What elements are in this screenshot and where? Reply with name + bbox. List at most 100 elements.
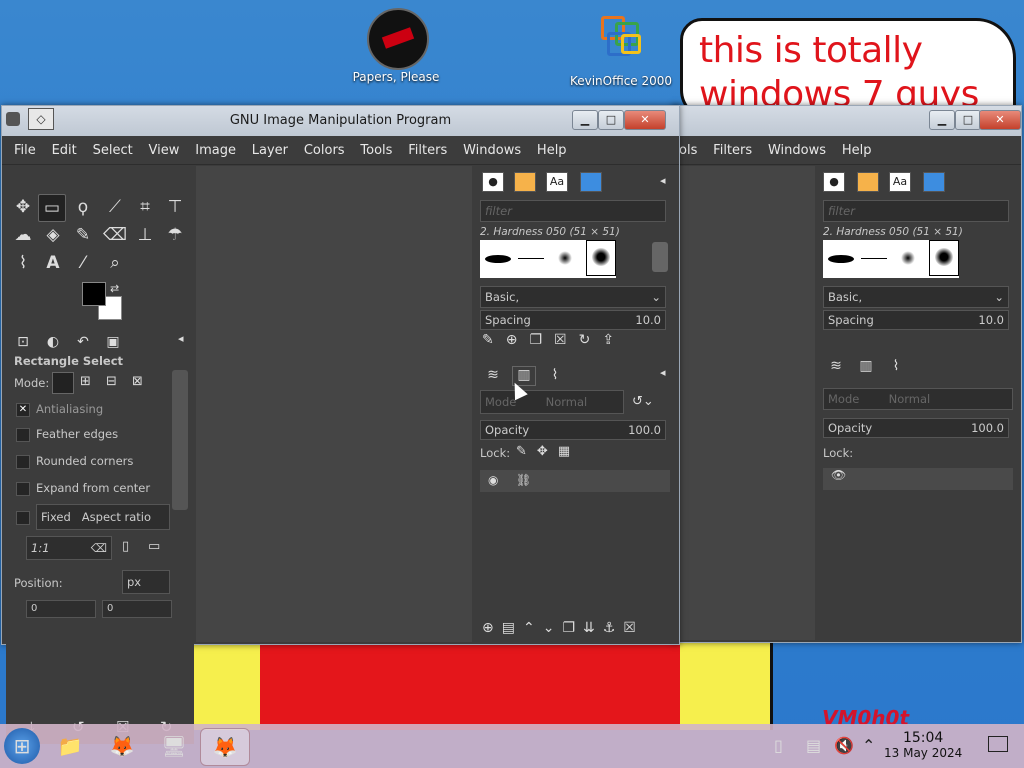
foreground-color-swatch[interactable] bbox=[82, 282, 106, 306]
close-button[interactable]: ✕ bbox=[624, 110, 666, 130]
menu-tools[interactable]: Tools bbox=[354, 136, 398, 158]
patterns-tab[interactable] bbox=[514, 172, 536, 192]
portrait-icon[interactable]: ▯ bbox=[122, 539, 129, 554]
brush-preview[interactable] bbox=[901, 251, 915, 265]
gimp-taskbar-icon[interactable]: 🦊 bbox=[200, 728, 250, 766]
brush-selected[interactable] bbox=[586, 240, 616, 276]
unit-select[interactable]: px bbox=[122, 570, 170, 594]
eraser-tool-icon[interactable]: ⌫ bbox=[102, 222, 128, 248]
device-status-tab-icon[interactable]: ◐ bbox=[42, 334, 64, 352]
minimize-button[interactable]: ▁ bbox=[929, 110, 955, 130]
images-tab-icon[interactable]: ▣ bbox=[102, 334, 124, 352]
options-scrollbar[interactable] bbox=[172, 370, 188, 510]
file-explorer-icon[interactable]: 📁 bbox=[52, 728, 88, 764]
new-group-icon[interactable]: ▤ bbox=[502, 620, 523, 636]
menu-filters[interactable]: Filters bbox=[402, 136, 453, 158]
spacing-slider[interactable]: Spacing 10.0 bbox=[823, 310, 1009, 330]
chain-icon[interactable]: ⛓ bbox=[516, 473, 531, 487]
menu-windows[interactable]: Windows bbox=[457, 136, 527, 158]
mode-subtract-icon[interactable]: ⊟ bbox=[106, 374, 117, 389]
layer-row[interactable]: 👁 bbox=[823, 468, 1013, 490]
menu-file[interactable]: File bbox=[8, 136, 42, 158]
lasso-tool-icon[interactable]: ϙ bbox=[70, 194, 96, 220]
layer-row[interactable]: ◉ ⛓ bbox=[480, 470, 670, 492]
spacing-slider[interactable]: Spacing 10.0 bbox=[480, 310, 666, 330]
brush-grid[interactable] bbox=[823, 240, 959, 278]
brush-preset-select[interactable]: Basic, ⌄ bbox=[480, 286, 666, 308]
reset-mode-icon[interactable]: ↺⌄ bbox=[632, 394, 654, 409]
brush-preview[interactable] bbox=[558, 251, 572, 265]
bucket-fill-tool-icon[interactable]: ◈ bbox=[40, 222, 66, 248]
menu-help[interactable]: Help bbox=[836, 136, 878, 158]
refresh-brushes-icon[interactable]: ↻ bbox=[579, 332, 603, 348]
maximize-button[interactable]: □ bbox=[955, 110, 981, 130]
feather-checkbox[interactable] bbox=[16, 428, 30, 442]
eye-icon[interactable]: ◉ bbox=[488, 473, 498, 487]
tab-menu-icon[interactable]: ◂ bbox=[660, 174, 666, 187]
zoom-tool-icon[interactable]: ⌕ bbox=[102, 250, 128, 276]
menu-filters[interactable]: Filters bbox=[707, 136, 758, 158]
menu-help[interactable]: Help bbox=[531, 136, 573, 158]
mute-icon[interactable]: 🔇 bbox=[834, 736, 854, 755]
images-tab[interactable] bbox=[923, 172, 945, 192]
patterns-tab[interactable] bbox=[857, 172, 879, 192]
warp-tool-icon[interactable]: ☁ bbox=[10, 222, 36, 248]
opacity-slider[interactable]: Opacity 100.0 bbox=[480, 420, 666, 440]
menu-view[interactable]: View bbox=[143, 136, 186, 158]
rounded-checkbox[interactable] bbox=[16, 455, 30, 469]
brush-filter-input[interactable]: filter bbox=[823, 200, 1009, 222]
text-tool-icon[interactable]: A bbox=[40, 250, 66, 276]
lower-layer-icon[interactable]: ⌄ bbox=[543, 620, 563, 636]
delete-layer-icon[interactable]: ☒ bbox=[623, 620, 644, 636]
fixed-aspect-select[interactable]: Fixed Aspect ratio bbox=[36, 504, 170, 530]
brush-grid[interactable] bbox=[480, 240, 616, 278]
antialiasing-checkbox[interactable]: ✕ bbox=[16, 403, 30, 417]
brush-preview[interactable] bbox=[828, 255, 854, 263]
duplicate-brush-icon[interactable]: ❐ bbox=[529, 332, 554, 348]
close-button[interactable]: ✕ bbox=[979, 110, 1021, 130]
brush-scrollbar[interactable] bbox=[652, 242, 668, 272]
eye-icon[interactable]: 👁 bbox=[823, 468, 846, 482]
color-picker-tool-icon[interactable]: ⁄ bbox=[70, 250, 96, 276]
raise-layer-icon[interactable]: ⌃ bbox=[523, 620, 543, 636]
brushes-tab[interactable]: ● bbox=[482, 172, 504, 192]
channels-icon[interactable]: ▥ bbox=[855, 358, 877, 376]
paths-icon[interactable]: ⌇ bbox=[544, 367, 566, 385]
start-button-icon[interactable]: ⊞ bbox=[4, 728, 40, 764]
new-layer-icon[interactable]: ⊕ bbox=[482, 620, 502, 636]
position-y-input[interactable]: 0 bbox=[102, 600, 172, 618]
clock[interactable]: 15:04 13 May 2024 bbox=[884, 730, 962, 760]
lock-pixels-icon[interactable]: ✎ bbox=[516, 444, 537, 459]
edit-brush-icon[interactable]: ✎ bbox=[482, 332, 506, 348]
smudge-tool-icon[interactable]: ☂ bbox=[162, 222, 188, 248]
show-hidden-icons[interactable]: ⌃ bbox=[862, 736, 875, 755]
minimize-button[interactable]: ▁ bbox=[572, 110, 598, 130]
fonts-tab[interactable]: Aa bbox=[889, 172, 911, 192]
brush-filter-input[interactable]: filter bbox=[480, 200, 666, 222]
anchor-layer-icon[interactable]: ⚓ bbox=[603, 620, 624, 636]
brush-selected[interactable] bbox=[929, 240, 959, 276]
expand-checkbox[interactable] bbox=[16, 482, 30, 496]
lock-position-icon[interactable]: ✥ bbox=[537, 444, 558, 459]
transform-tool-icon[interactable]: ⊤ bbox=[162, 194, 188, 220]
flash-drive-icon[interactable]: ▯ bbox=[774, 736, 783, 755]
maximize-button[interactable]: □ bbox=[598, 110, 624, 130]
crop-tool-icon[interactable]: ⌗ bbox=[132, 194, 158, 220]
duplicate-layer-icon[interactable]: ❐ bbox=[562, 620, 583, 636]
tool-options-tab-icon[interactable]: ⊡ bbox=[12, 334, 34, 352]
brush-preview[interactable] bbox=[485, 255, 511, 263]
mode-intersect-icon[interactable]: ⊠ bbox=[132, 374, 143, 389]
layers-icon[interactable]: ≋ bbox=[825, 358, 847, 376]
lock-alpha-icon[interactable]: ▦ bbox=[558, 444, 580, 459]
swap-colors-icon[interactable]: ⇄ bbox=[110, 282, 119, 295]
image-canvas[interactable] bbox=[673, 166, 815, 640]
mode-add-icon[interactable]: ⊞ bbox=[80, 374, 91, 389]
desktop-icon-kevinoffice[interactable]: KevinOffice 2000 bbox=[566, 16, 676, 88]
fuzzy-select-tool-icon[interactable]: ⟋ bbox=[102, 194, 128, 220]
brush-preview[interactable] bbox=[518, 258, 544, 259]
brush-preset-select[interactable]: Basic, ⌄ bbox=[823, 286, 1009, 308]
images-tab[interactable] bbox=[580, 172, 602, 192]
control-panel-icon[interactable]: 🖥 bbox=[156, 728, 192, 764]
firefox-icon[interactable]: 🦊 bbox=[104, 728, 140, 764]
paintbrush-tool-icon[interactable]: ✎ bbox=[70, 222, 96, 248]
